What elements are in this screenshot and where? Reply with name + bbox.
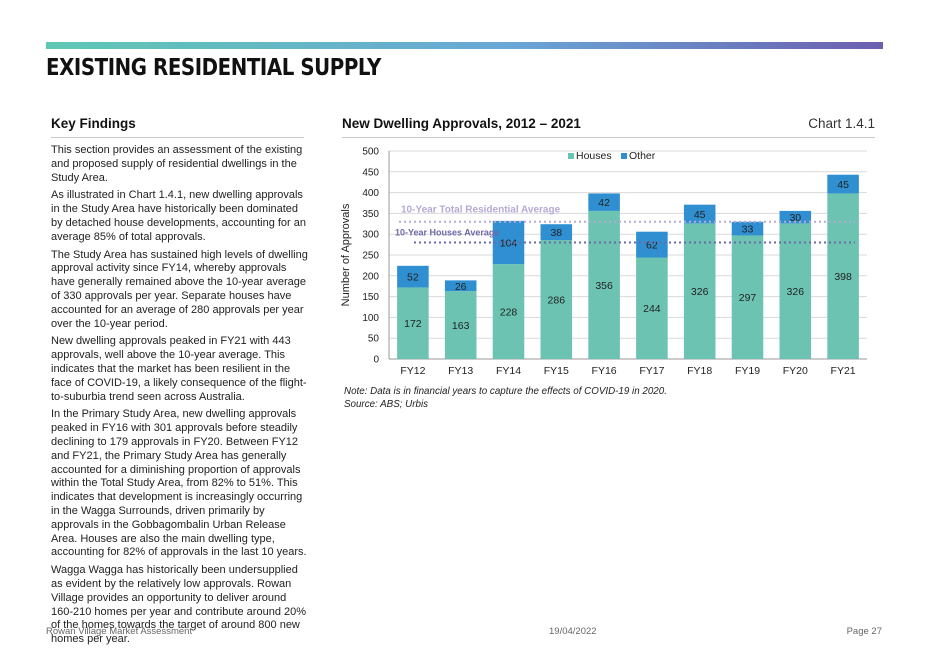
footer-page-number: Page 27 <box>846 626 882 637</box>
data-label-houses: 286 <box>548 295 566 307</box>
chart-number: Chart 1.4.1 <box>808 116 875 131</box>
key-finding-paragraph: As illustrated in Chart 1.4.1, new dwell… <box>51 189 307 243</box>
y-tick-label: 0 <box>373 355 379 366</box>
key-finding-paragraph: In the Primary Study Area, new dwelling … <box>51 408 307 559</box>
key-findings-body: This section provides an assessment of t… <box>51 144 311 651</box>
data-label-other: 52 <box>407 272 419 284</box>
x-tick-label: FY13 <box>448 365 473 377</box>
accent-bar <box>46 42 883 49</box>
data-label-other: 45 <box>694 209 706 221</box>
data-label-houses: 297 <box>739 292 757 304</box>
key-finding-paragraph: The Study Area has sustained high levels… <box>51 248 308 330</box>
data-label-other: 33 <box>742 224 754 236</box>
data-label-houses: 398 <box>834 271 852 283</box>
chart-note: Note: Data is in financial years to capt… <box>344 386 667 397</box>
data-label-other: 42 <box>598 197 610 209</box>
y-tick-label: 450 <box>362 167 379 178</box>
data-label-houses: 228 <box>500 307 518 319</box>
data-label-houses: 326 <box>787 286 805 298</box>
x-tick-label: FY20 <box>783 365 808 377</box>
data-label-other: 62 <box>646 240 658 252</box>
data-label-houses: 163 <box>452 320 470 332</box>
data-label-other: 26 <box>455 281 467 293</box>
chart-title: New Dwelling Approvals, 2012 – 2021 <box>342 116 581 131</box>
x-tick-label: FY17 <box>639 365 664 377</box>
chart-source: Source: ABS; Urbis <box>344 398 429 410</box>
key-findings-divider <box>51 137 304 138</box>
y-tick-label: 50 <box>368 334 380 345</box>
data-label-houses: 356 <box>595 280 613 292</box>
y-tick-label: 150 <box>362 292 379 303</box>
reference-label-houses-average: 10-Year Houses Average <box>395 228 499 238</box>
y-tick-label: 200 <box>362 271 379 282</box>
page-title: EXISTING RESIDENTIAL SUPPLY <box>46 55 381 81</box>
y-tick-label: 300 <box>362 230 379 241</box>
y-axis-label: Number of Approvals <box>340 203 352 306</box>
key-findings-heading: Key Findings <box>51 116 136 131</box>
x-tick-label: FY12 <box>400 365 425 377</box>
y-tick-label: 500 <box>362 147 379 158</box>
key-finding-paragraph: New dwelling approvals peaked in FY21 wi… <box>51 335 307 403</box>
y-tick-label: 250 <box>362 251 379 262</box>
x-tick-label: FY16 <box>592 365 617 377</box>
x-tick-label: FY14 <box>496 365 521 377</box>
chart-notes: Note: Data is in financial years to capt… <box>344 386 667 411</box>
x-tick-label: FY18 <box>687 365 712 377</box>
legend-swatch-other <box>621 153 627 159</box>
x-tick-label: FY21 <box>831 365 856 377</box>
data-label-houses: 244 <box>643 303 661 315</box>
x-tick-label: FY15 <box>544 365 569 377</box>
y-tick-label: 350 <box>362 209 379 220</box>
legend-swatch-houses <box>568 153 574 159</box>
y-tick-label: 100 <box>362 313 379 324</box>
data-label-other: 45 <box>837 179 849 191</box>
dwelling-approvals-chart: 0 50 100 150 200 250 300 350 400 450 500 Number of … <box>340 147 867 377</box>
data-label-houses: 172 <box>404 318 422 330</box>
data-label-houses: 326 <box>691 286 709 298</box>
y-tick-label: 400 <box>362 188 379 199</box>
data-label-other: 38 <box>550 227 562 239</box>
footer-date: 19/04/2022 <box>549 626 597 637</box>
x-tick-label: FY19 <box>735 365 760 377</box>
reference-label-total-average: 10-Year Total Residential Average <box>401 205 561 216</box>
key-finding-paragraph: This section provides an assessment of t… <box>51 144 303 184</box>
footer-document-name: Rowan Village Market Assessment <box>46 626 193 637</box>
legend-label-other: Other <box>629 150 656 162</box>
chart-divider <box>342 137 875 138</box>
legend-label-houses: Houses <box>576 150 612 162</box>
